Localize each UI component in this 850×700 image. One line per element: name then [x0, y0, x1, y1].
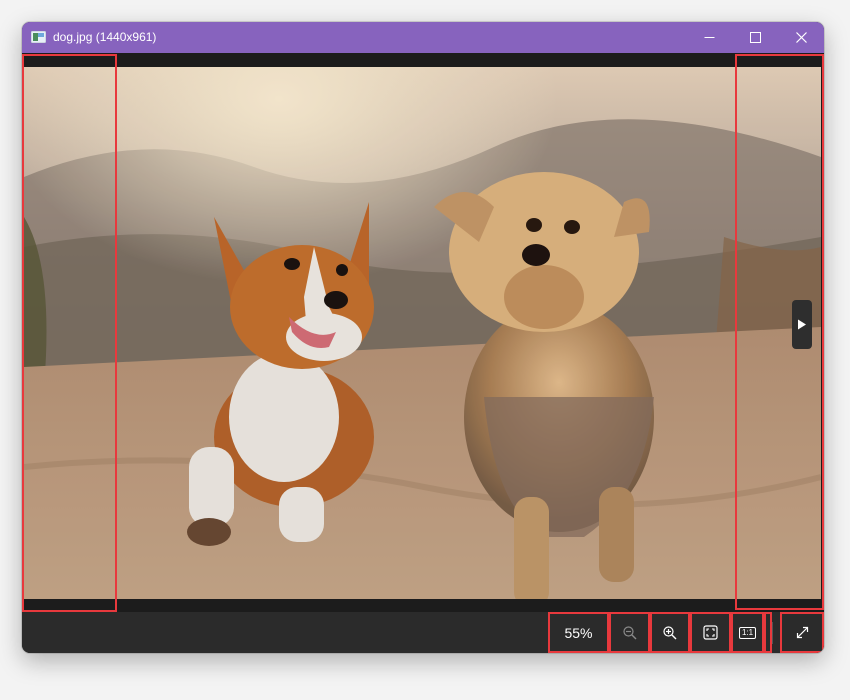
minimize-icon — [704, 37, 714, 38]
close-button[interactable] — [778, 22, 824, 53]
next-image-button[interactable] — [792, 300, 812, 349]
actual-size-icon: 1:1 — [738, 626, 757, 639]
title-bar[interactable]: dog.jpg (1440x961) — [22, 22, 824, 53]
previous-image-hotzone[interactable] — [22, 54, 117, 612]
dogs-photo-illustration — [24, 67, 821, 599]
zoom-in-button[interactable] — [650, 612, 690, 653]
image-app-icon — [31, 31, 46, 43]
displayed-photo — [24, 67, 821, 599]
zoom-level-label: 55% — [564, 624, 593, 641]
maximize-icon — [749, 32, 761, 43]
fullscreen-button[interactable] — [780, 612, 824, 653]
toolbar-spacer-highlight — [764, 612, 772, 653]
image-viewport[interactable] — [22, 53, 824, 612]
window-title: dog.jpg (1440x961) — [53, 30, 157, 44]
fit-to-window-button[interactable] — [690, 612, 731, 653]
fit-to-window-icon — [703, 625, 718, 640]
toolbar-separator — [772, 622, 773, 644]
image-viewer-window: dog.jpg (1440x961) 55% 1:1 — [22, 22, 824, 653]
zoom-in-icon — [663, 625, 677, 639]
zoom-out-icon — [622, 625, 636, 639]
close-icon — [795, 32, 807, 43]
maximize-button[interactable] — [732, 22, 778, 53]
zoom-out-button[interactable] — [609, 612, 650, 653]
expand-icon — [796, 626, 808, 639]
zoom-level-button[interactable]: 55% — [548, 612, 609, 653]
minimize-button[interactable] — [686, 22, 732, 53]
bottom-toolbar: 55% 1:1 — [22, 612, 824, 653]
actual-size-button[interactable]: 1:1 — [731, 612, 764, 653]
play-right-icon — [798, 319, 806, 330]
